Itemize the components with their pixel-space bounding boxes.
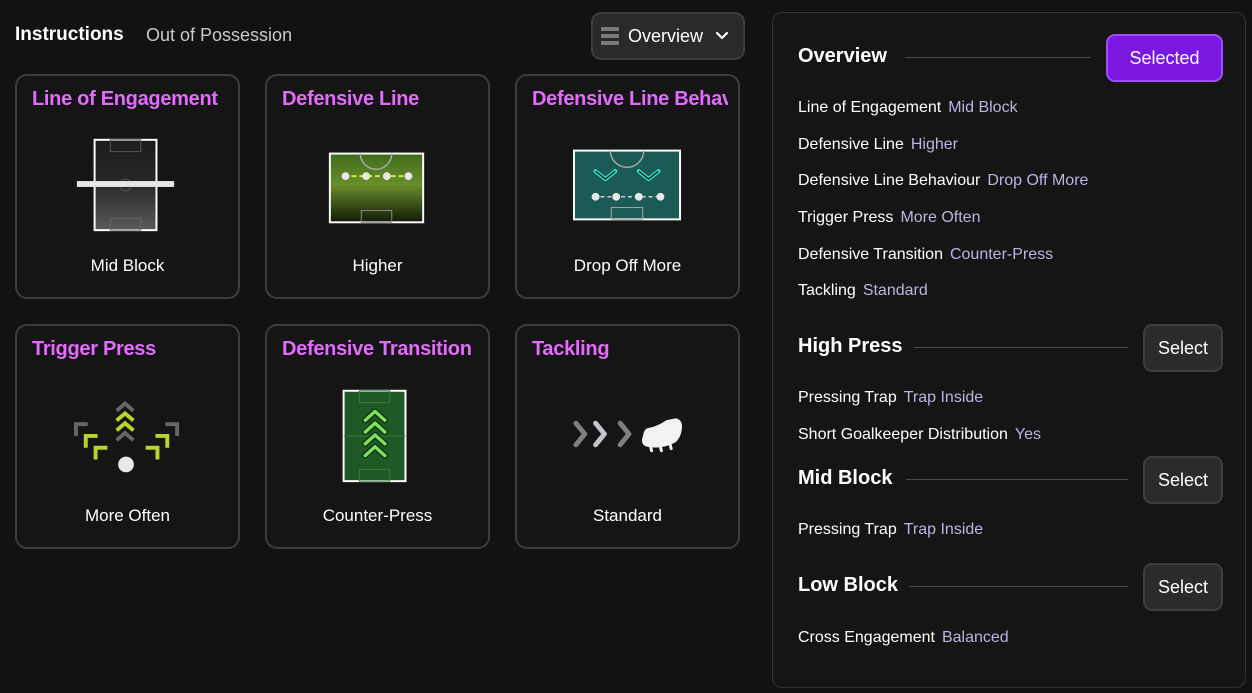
list-item: Tackling Standard xyxy=(798,282,928,299)
instructions-panel: Overview Selected Line of Engagement Mid … xyxy=(772,12,1246,688)
boot-tackle-icon xyxy=(573,418,683,453)
card-value: Higher xyxy=(352,256,403,275)
list-item: Pressing Trap Trap Inside xyxy=(798,521,984,538)
card-defensive-transition[interactable]: Defensive Transition Counter-Press xyxy=(265,324,490,549)
divider xyxy=(914,347,1128,348)
header: Instructions Out of Possession Overview xyxy=(15,12,745,60)
card-value: More Often xyxy=(84,506,171,525)
card-title: Defensive Line xyxy=(282,88,419,110)
card-title: Defensive Line Behavio xyxy=(532,88,728,110)
mid-block-select-button[interactable]: Select xyxy=(1143,456,1223,504)
section-low-block: Low Block Select xyxy=(798,563,1223,611)
card-defensive-line-behaviour[interactable]: Defensive Line Behavio Drop Off More xyxy=(515,74,740,299)
page-title: Instructions xyxy=(15,24,124,45)
tactics-screen: Instructions Out of Possession Overview … xyxy=(0,0,1252,693)
section-mid-block: Mid Block Select xyxy=(798,456,1223,504)
list-item: Defensive Line Behaviour Drop Off More xyxy=(798,172,1089,189)
list-item: Cross Engagement Balanced xyxy=(798,629,1009,646)
card-value: Mid Block xyxy=(90,256,165,275)
list-item: Trigger Press More Often xyxy=(798,209,981,226)
low-block-select-button[interactable]: Select xyxy=(1143,563,1223,611)
card-title: Trigger Press xyxy=(32,338,156,360)
list-item: Defensive Transition Counter-Press xyxy=(798,246,1054,263)
card-value: Counter-Press xyxy=(322,506,433,525)
card-value: Drop Off More xyxy=(573,256,682,275)
card-title: Line of Engagement xyxy=(32,88,218,110)
list-icon xyxy=(601,27,619,45)
section-overview: Overview Selected xyxy=(798,34,1223,82)
view-dropdown[interactable]: Overview xyxy=(591,12,745,60)
view-dropdown-label: Overview xyxy=(628,25,704,46)
card-value: Standard xyxy=(593,506,662,525)
section-title: Overview xyxy=(798,45,887,67)
chevron-down-icon xyxy=(715,31,729,40)
overview-selected-button[interactable]: Selected xyxy=(1106,34,1223,82)
list-item: Line of Engagement Mid Block xyxy=(798,99,1018,116)
card-trigger-press[interactable]: Trigger Press More Often xyxy=(15,324,240,549)
list-item: Pressing Trap Trap Inside xyxy=(798,389,984,406)
divider xyxy=(909,586,1128,587)
press-arrows-icon xyxy=(73,400,180,473)
section-title: Mid Block xyxy=(798,467,893,489)
card-line-of-engagement[interactable]: Line of Engagement Mid Block xyxy=(15,74,240,299)
section-title: High Press xyxy=(798,335,903,357)
section-title: Low Block xyxy=(798,574,899,596)
section-high-press: High Press Select xyxy=(798,324,1223,372)
divider xyxy=(906,479,1128,480)
pitch-mid-block-icon xyxy=(76,138,175,232)
high-press-select-button[interactable]: Select xyxy=(1143,324,1223,372)
page-subtitle: Out of Possession xyxy=(146,25,293,45)
card-title: Defensive Transition xyxy=(282,338,472,360)
pitch-drop-off-icon xyxy=(572,149,682,221)
pitch-high-line-icon xyxy=(328,152,425,224)
card-defensive-line[interactable]: Defensive Line Higher xyxy=(265,74,490,299)
divider xyxy=(905,57,1091,58)
pitch-counter-press-icon xyxy=(342,389,407,483)
card-title: Tackling xyxy=(532,338,610,360)
list-item: Short Goalkeeper Distribution Yes xyxy=(798,426,1041,443)
card-tackling[interactable]: Tackling Standard xyxy=(515,324,740,549)
list-item: Defensive Line Higher xyxy=(798,136,958,153)
